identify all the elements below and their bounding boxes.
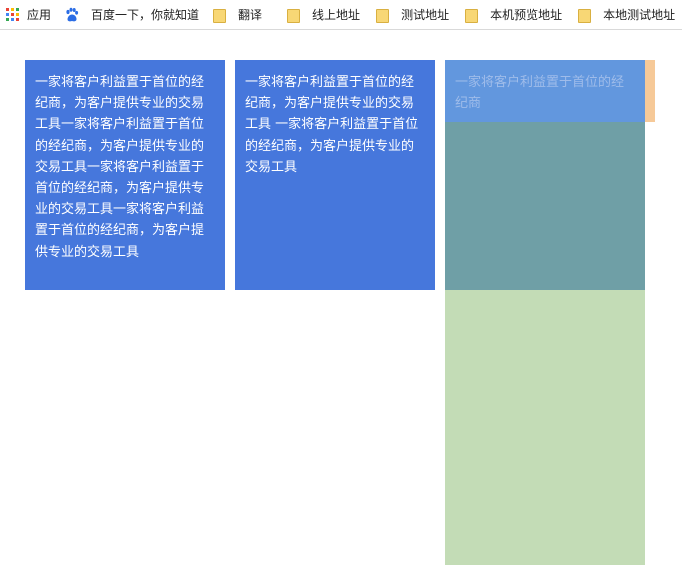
page-content: 一家将客户利益置于首位的经纪商，为客户提供专业的交易工具一家将客户利益置于首位的…: [0, 30, 682, 565]
bookmark-label: 测试地址: [401, 7, 450, 22]
apps-grid-icon: [6, 8, 19, 21]
bookmark-folder-local-test[interactable]: 本地测试地址: [577, 0, 676, 29]
column-3-middle-block: [445, 122, 645, 290]
bookmark-label: 应用: [27, 7, 52, 22]
bookmark-baidu[interactable]: 百度一下，你就知道: [51, 0, 200, 29]
folder-icon: [212, 8, 227, 23]
baidu-paw-icon: [66, 7, 79, 21]
bookmark-label: 本机预览地址: [490, 7, 563, 22]
column-3-header: 一家将客户利益置于首位的经纪商: [445, 60, 645, 122]
bookmark-folder-local-preview[interactable]: 本机预览地址: [464, 0, 563, 29]
text-column-2: 一家将客户利益置于首位的经纪商，为客户提供专业的交易工具 一家将客户利益置于首位…: [235, 60, 435, 290]
bookmark-apps[interactable]: 应用: [0, 0, 52, 29]
folder-icon: [286, 8, 301, 23]
bookmark-label: 线上地址: [312, 7, 361, 22]
bookmark-label: 本地测试地址: [603, 7, 676, 22]
folder-icon: [577, 8, 592, 23]
column-text: 一家将客户利益置于首位的经纪商: [455, 75, 625, 112]
bookmark-folder-test[interactable]: 测试地址: [375, 0, 450, 29]
column-text: 一家将客户利益置于首位的经纪商，为客户提供专业的交易工具一家将客户利益置于首位的…: [35, 75, 205, 260]
bookmark-folder-online[interactable]: 线上地址: [286, 0, 361, 29]
column-3: 一家将客户利益置于首位的经纪商: [445, 60, 645, 565]
column-text: 一家将客户利益置于首位的经纪商，为客户提供专业的交易工具 一家将客户利益置于首位…: [245, 75, 419, 175]
folder-icon: [375, 8, 390, 23]
bookmarks-bar: 应用 百度一下，你就知道 翻译 线上地址 测试地址 本机预览地址 本地测试地址: [0, 0, 682, 30]
bookmark-label: 翻译: [238, 7, 263, 22]
column-3-bottom-block: [445, 290, 645, 565]
bookmark-label: 百度一下，你就知道: [91, 7, 200, 22]
orange-side-strip: [645, 60, 655, 122]
folder-icon: [464, 8, 479, 23]
text-column-1: 一家将客户利益置于首位的经纪商，为客户提供专业的交易工具一家将客户利益置于首位的…: [25, 60, 225, 290]
bookmark-folder-translate[interactable]: 翻译: [212, 0, 263, 29]
